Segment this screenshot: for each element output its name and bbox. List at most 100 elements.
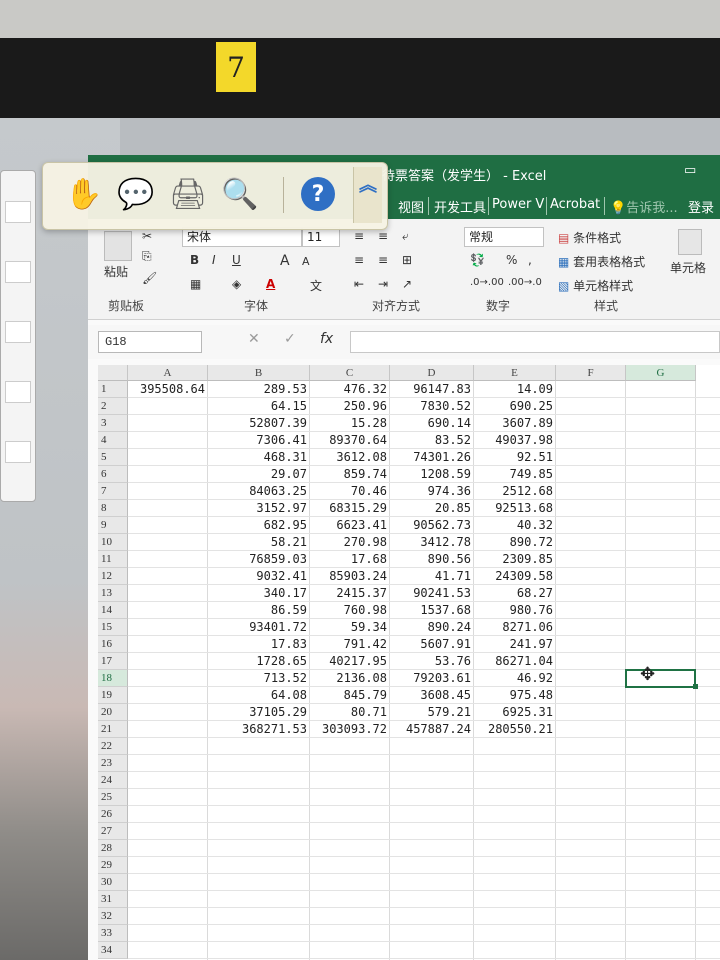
name-box[interactable]: G18 bbox=[98, 331, 202, 353]
font-color-icon[interactable]: A bbox=[266, 277, 275, 291]
cell-d8[interactable]: 20.85 bbox=[390, 500, 474, 517]
cell-c10[interactable]: 270.98 bbox=[310, 534, 390, 551]
paste-button[interactable]: 粘贴 bbox=[104, 263, 128, 280]
align-middle-icon[interactable]: ≡ bbox=[378, 229, 388, 243]
cell-b2[interactable]: 64.15 bbox=[208, 398, 310, 415]
cell-b17[interactable]: 1728.65 bbox=[208, 653, 310, 670]
row-header-6[interactable]: 6 bbox=[98, 466, 128, 483]
cell-b4[interactable]: 7306.41 bbox=[208, 432, 310, 449]
cell-d16[interactable]: 5607.91 bbox=[390, 636, 474, 653]
shrink-font-button[interactable]: A bbox=[302, 255, 310, 268]
row-header-4[interactable]: 4 bbox=[98, 432, 128, 449]
cell-e21[interactable]: 280550.21 bbox=[474, 721, 556, 738]
help-icon[interactable]: ? bbox=[297, 173, 339, 215]
magnifier-icon[interactable]: 🔍 bbox=[219, 173, 261, 215]
row-header-21[interactable]: 21 bbox=[98, 721, 128, 738]
cell-c21[interactable]: 303093.72 bbox=[310, 721, 390, 738]
cell-b16[interactable]: 17.83 bbox=[208, 636, 310, 653]
cell-e12[interactable]: 24309.58 bbox=[474, 568, 556, 585]
row-header-14[interactable]: 14 bbox=[98, 602, 128, 619]
cells-button[interactable]: 单元格 bbox=[670, 259, 706, 276]
cancel-icon[interactable]: ✕ bbox=[248, 331, 260, 347]
cell-e4[interactable]: 49037.98 bbox=[474, 432, 556, 449]
column-header-d[interactable]: D bbox=[390, 365, 474, 381]
tab-power-view[interactable]: Power V bbox=[492, 197, 544, 212]
cell-d11[interactable]: 890.56 bbox=[390, 551, 474, 568]
cell-d19[interactable]: 3608.45 bbox=[390, 687, 474, 704]
cell-c20[interactable]: 80.71 bbox=[310, 704, 390, 721]
restore-icon[interactable]: ▭ bbox=[684, 163, 696, 178]
number-format-select[interactable]: 常规 bbox=[464, 227, 544, 247]
cell-e10[interactable]: 890.72 bbox=[474, 534, 556, 551]
cell-e18[interactable]: 46.92 bbox=[474, 670, 556, 687]
cell-c18[interactable]: 2136.08 bbox=[310, 670, 390, 687]
row-header-20[interactable]: 20 bbox=[98, 704, 128, 721]
cell-c3[interactable]: 15.28 bbox=[310, 415, 390, 432]
tab-developer[interactable]: 开发工具 bbox=[434, 197, 486, 216]
row-header-18[interactable]: 18 bbox=[98, 670, 128, 687]
cell-c16[interactable]: 791.42 bbox=[310, 636, 390, 653]
decrease-decimal-icon[interactable]: .00→.0 bbox=[508, 277, 542, 288]
cell-b12[interactable]: 9032.41 bbox=[208, 568, 310, 585]
cell-b13[interactable]: 340.17 bbox=[208, 585, 310, 602]
row-header-27[interactable]: 27 bbox=[98, 823, 128, 840]
cell-e14[interactable]: 980.76 bbox=[474, 602, 556, 619]
cell-b9[interactable]: 682.95 bbox=[208, 517, 310, 534]
paste-icon[interactable] bbox=[104, 231, 132, 261]
row-header-16[interactable]: 16 bbox=[98, 636, 128, 653]
cell-b11[interactable]: 76859.03 bbox=[208, 551, 310, 568]
comment-icon[interactable]: 💬 bbox=[115, 173, 157, 215]
cell-d2[interactable]: 7830.52 bbox=[390, 398, 474, 415]
column-header-c[interactable]: C bbox=[310, 365, 390, 381]
sign-in-link[interactable]: 登录 bbox=[688, 197, 714, 216]
row-header-24[interactable]: 24 bbox=[98, 772, 128, 789]
row-header-32[interactable]: 32 bbox=[98, 908, 128, 925]
row-header-30[interactable]: 30 bbox=[98, 874, 128, 891]
cell-e5[interactable]: 92.51 bbox=[474, 449, 556, 466]
cell-c1[interactable]: 476.32 bbox=[310, 381, 390, 398]
font-size-select[interactable]: 11 bbox=[302, 227, 340, 247]
row-header-19[interactable]: 19 bbox=[98, 687, 128, 704]
row-header-25[interactable]: 25 bbox=[98, 789, 128, 806]
cell-d6[interactable]: 1208.59 bbox=[390, 466, 474, 483]
cell-b7[interactable]: 84063.25 bbox=[208, 483, 310, 500]
copy-icon[interactable]: ⎘ bbox=[142, 249, 152, 264]
border-icon[interactable]: ▦ bbox=[190, 277, 201, 291]
orientation-icon[interactable]: ↗ bbox=[402, 277, 412, 291]
row-header-11[interactable]: 11 bbox=[98, 551, 128, 568]
formula-input[interactable] bbox=[350, 331, 720, 353]
cell-d18[interactable]: 79203.61 bbox=[390, 670, 474, 687]
row-header-17[interactable]: 17 bbox=[98, 653, 128, 670]
cell-e6[interactable]: 749.85 bbox=[474, 466, 556, 483]
bold-button[interactable]: B bbox=[190, 253, 199, 267]
grow-font-button[interactable]: A bbox=[280, 253, 290, 269]
cell-e7[interactable]: 2512.68 bbox=[474, 483, 556, 500]
cell-d4[interactable]: 83.52 bbox=[390, 432, 474, 449]
selected-cell-g18[interactable] bbox=[625, 669, 696, 688]
cell-e2[interactable]: 690.25 bbox=[474, 398, 556, 415]
cell-b21[interactable]: 368271.53 bbox=[208, 721, 310, 738]
column-header-a[interactable]: A bbox=[128, 365, 208, 381]
row-header-10[interactable]: 10 bbox=[98, 534, 128, 551]
column-header-b[interactable]: B bbox=[208, 365, 310, 381]
cell-d20[interactable]: 579.21 bbox=[390, 704, 474, 721]
hand-icon[interactable]: ✋ bbox=[63, 173, 105, 215]
row-header-33[interactable]: 33 bbox=[98, 925, 128, 942]
cell-c19[interactable]: 845.79 bbox=[310, 687, 390, 704]
cell-e8[interactable]: 92513.68 bbox=[474, 500, 556, 517]
cell-e16[interactable]: 241.97 bbox=[474, 636, 556, 653]
cell-d13[interactable]: 90241.53 bbox=[390, 585, 474, 602]
cell-c6[interactable]: 859.74 bbox=[310, 466, 390, 483]
cell-b3[interactable]: 52807.39 bbox=[208, 415, 310, 432]
conditional-format-button[interactable]: ▤ 条件格式 bbox=[558, 229, 621, 246]
cell-a1[interactable]: 395508.64 bbox=[128, 381, 208, 398]
cell-c8[interactable]: 68315.29 bbox=[310, 500, 390, 517]
print-icon[interactable]: 🖨 bbox=[167, 173, 209, 215]
cell-e19[interactable]: 975.48 bbox=[474, 687, 556, 704]
row-header-8[interactable]: 8 bbox=[98, 500, 128, 517]
cell-c11[interactable]: 17.68 bbox=[310, 551, 390, 568]
row-header-3[interactable]: 3 bbox=[98, 415, 128, 432]
currency-icon[interactable]: 💱 bbox=[470, 253, 485, 267]
percent-button[interactable]: % bbox=[506, 253, 517, 267]
row-header-1[interactable]: 1 bbox=[98, 381, 128, 398]
